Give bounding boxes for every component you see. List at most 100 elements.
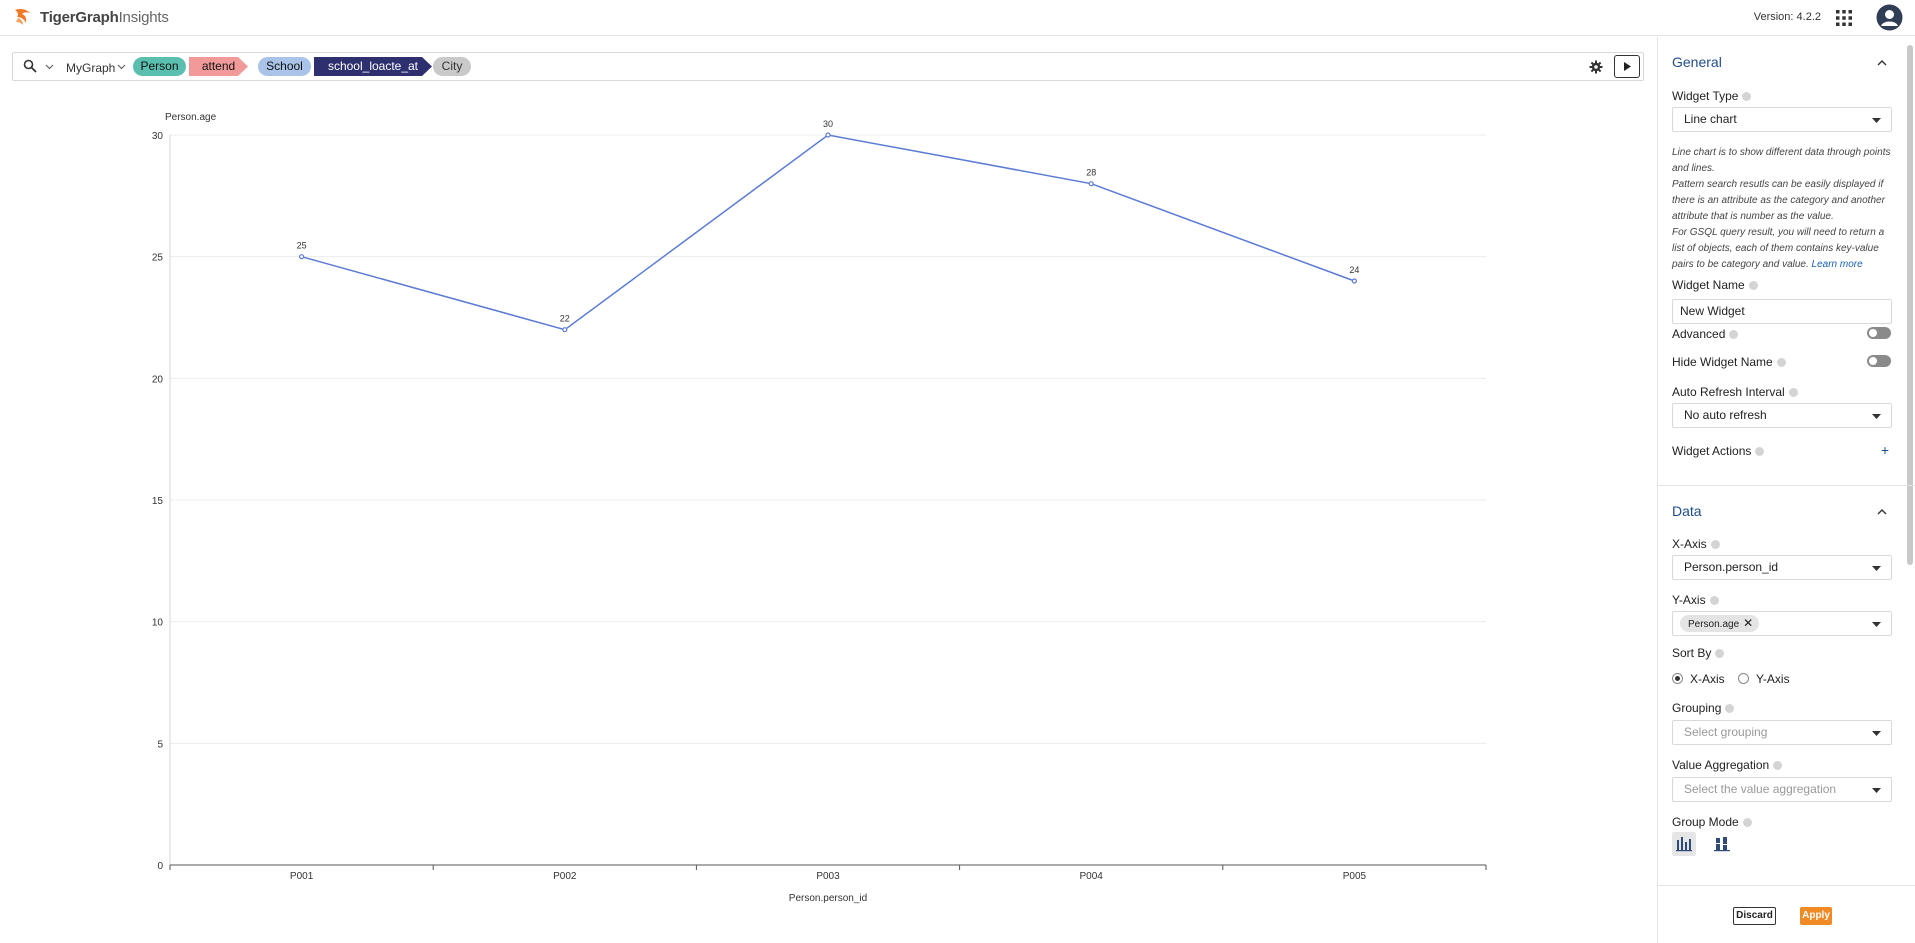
x-tick-label: P003 <box>816 871 840 882</box>
x-tick-label: P005 <box>1343 871 1367 882</box>
graph-selector[interactable]: MyGraph <box>66 61 115 75</box>
value-aggregation-select[interactable]: Select the value aggregation <box>1672 777 1892 802</box>
discard-button[interactable]: Discard <box>1733 907 1776 925</box>
help-icon[interactable] <box>1725 704 1735 714</box>
help-icon[interactable] <box>1788 388 1798 398</box>
help-icon[interactable] <box>1729 330 1739 340</box>
tiger-logo-icon <box>15 9 30 25</box>
x-tick-label: P004 <box>1080 871 1104 882</box>
general-section-title[interactable]: General <box>1672 54 1722 70</box>
help-icon[interactable] <box>1776 358 1786 368</box>
data-point <box>562 327 568 333</box>
y-axis-title: Person.age <box>165 112 217 123</box>
learn-more-link[interactable]: Learn more <box>1812 259 1863 270</box>
widget-name-label: Widget Name <box>1672 278 1758 292</box>
y-tick-label: 20 <box>152 374 164 385</box>
widget-type-label: Widget Type <box>1672 89 1752 103</box>
panel-scrollbar[interactable] <box>1907 45 1913 565</box>
grouping-select[interactable]: Select grouping <box>1672 720 1892 745</box>
sort-x-axis-radio[interactable] <box>1672 673 1683 684</box>
widget-actions-label: Widget Actions <box>1672 444 1765 458</box>
path-edge-attend[interactable]: attend <box>189 57 248 76</box>
section-divider <box>1658 485 1915 486</box>
path-vertex-city[interactable]: City <box>433 57 471 76</box>
help-icon[interactable] <box>1742 818 1752 828</box>
widget-type-select[interactable]: Line chart <box>1672 107 1892 132</box>
grouped-mode-button[interactable] <box>1672 832 1696 856</box>
path-vertex-person[interactable]: Person <box>133 57 186 76</box>
x-axis-label: X-Axis <box>1672 537 1720 551</box>
hide-widget-name-toggle[interactable] <box>1867 355 1891 367</box>
grouping-label: Grouping <box>1672 701 1735 715</box>
chevron-up-icon[interactable] <box>1877 507 1887 517</box>
search-mode-chevron-icon[interactable] <box>45 62 54 71</box>
group-mode-label: Group Mode <box>1672 815 1752 829</box>
auto-refresh-select[interactable]: No auto refresh <box>1672 403 1892 428</box>
widget-type-description: Line chart is to show different data thr… <box>1672 145 1898 273</box>
y-axis-label: Y-Axis <box>1672 593 1719 607</box>
description-line: For GSQL query result, you will need to … <box>1672 227 1885 270</box>
play-icon <box>1624 62 1631 71</box>
auto-refresh-label: Auto Refresh Interval <box>1672 385 1798 399</box>
remove-tag-icon[interactable]: ✕ <box>1743 616 1753 630</box>
section-divider <box>1658 885 1915 886</box>
version-label: Version: 4.2.2 <box>1753 11 1821 23</box>
help-icon[interactable] <box>1715 649 1725 659</box>
help-icon[interactable] <box>1709 596 1719 606</box>
advanced-toggle[interactable] <box>1867 327 1891 339</box>
search-icon[interactable] <box>23 59 37 73</box>
logo-brand: TigerGraph <box>40 8 119 26</box>
data-point <box>825 132 831 138</box>
data-point <box>1088 181 1094 187</box>
line-chart: 051015202530P001 P002 P003 P004 P005 2522302… <box>152 112 1487 904</box>
app-logo[interactable]: TigerGraphInsights <box>12 6 169 28</box>
help-icon[interactable] <box>1710 540 1720 550</box>
y-axis-tag[interactable]: Person.age ✕ <box>1680 615 1760 632</box>
add-widget-action-button[interactable]: + <box>1881 442 1889 458</box>
gear-icon[interactable] <box>1589 60 1603 74</box>
chart-series: 25 22 30 28 24 <box>297 119 1359 333</box>
stacked-bars-icon <box>1714 837 1730 852</box>
description-line: Line chart is to show different data thr… <box>1672 147 1891 174</box>
chart-grid <box>170 134 1486 744</box>
dropdown-caret-icon <box>1872 414 1881 419</box>
y-tick-label: 10 <box>152 618 164 629</box>
sort-option-label: X-Axis <box>1690 672 1725 686</box>
y-tick-label: 30 <box>152 131 164 142</box>
run-query-button[interactable] <box>1614 55 1640 78</box>
widget-config-panel: General Widget Type Line chart Line char… <box>1657 37 1915 943</box>
widget-name-input[interactable]: New Widget <box>1672 299 1892 324</box>
stacked-mode-button[interactable] <box>1710 832 1734 856</box>
user-avatar-icon[interactable] <box>1876 4 1903 31</box>
help-icon[interactable] <box>1748 281 1758 291</box>
sort-by-label: Sort By <box>1672 646 1725 660</box>
top-bar: TigerGraphInsights Version: 4.2.2 <box>0 0 1915 36</box>
path-vertex-school[interactable]: School <box>258 57 311 76</box>
x-tick-label: P001 <box>290 871 314 882</box>
series-line <box>301 134 1355 331</box>
dropdown-caret-icon <box>1872 118 1881 123</box>
sort-y-axis-radio[interactable] <box>1738 673 1749 684</box>
data-label: 22 <box>560 314 570 324</box>
graph-chevron-icon[interactable] <box>117 62 126 71</box>
data-label: 25 <box>297 241 307 251</box>
data-point <box>1351 278 1358 284</box>
path-edge-school-locate-at[interactable]: school_loacte_at <box>314 57 432 76</box>
help-icon[interactable] <box>1755 447 1765 457</box>
y-tick-label: 5 <box>157 739 163 750</box>
apply-button[interactable]: Apply <box>1800 907 1832 925</box>
help-icon[interactable] <box>1742 92 1752 102</box>
x-axis-select[interactable]: Person.person_id <box>1672 555 1892 580</box>
data-label: 24 <box>1349 265 1359 275</box>
data-section-title[interactable]: Data <box>1672 503 1702 519</box>
dropdown-caret-icon <box>1872 731 1881 736</box>
y-axis-select[interactable]: Person.age ✕ <box>1672 611 1892 636</box>
apps-grid-icon[interactable] <box>1835 9 1853 27</box>
y-tick-label: 15 <box>152 496 164 507</box>
help-icon[interactable] <box>1773 761 1783 771</box>
x-axis-title: Person.person_id <box>789 893 867 904</box>
chevron-up-icon[interactable] <box>1877 58 1887 68</box>
dropdown-caret-icon <box>1872 622 1881 627</box>
dropdown-caret-icon <box>1872 788 1881 793</box>
y-tick-label: 0 <box>157 861 163 872</box>
